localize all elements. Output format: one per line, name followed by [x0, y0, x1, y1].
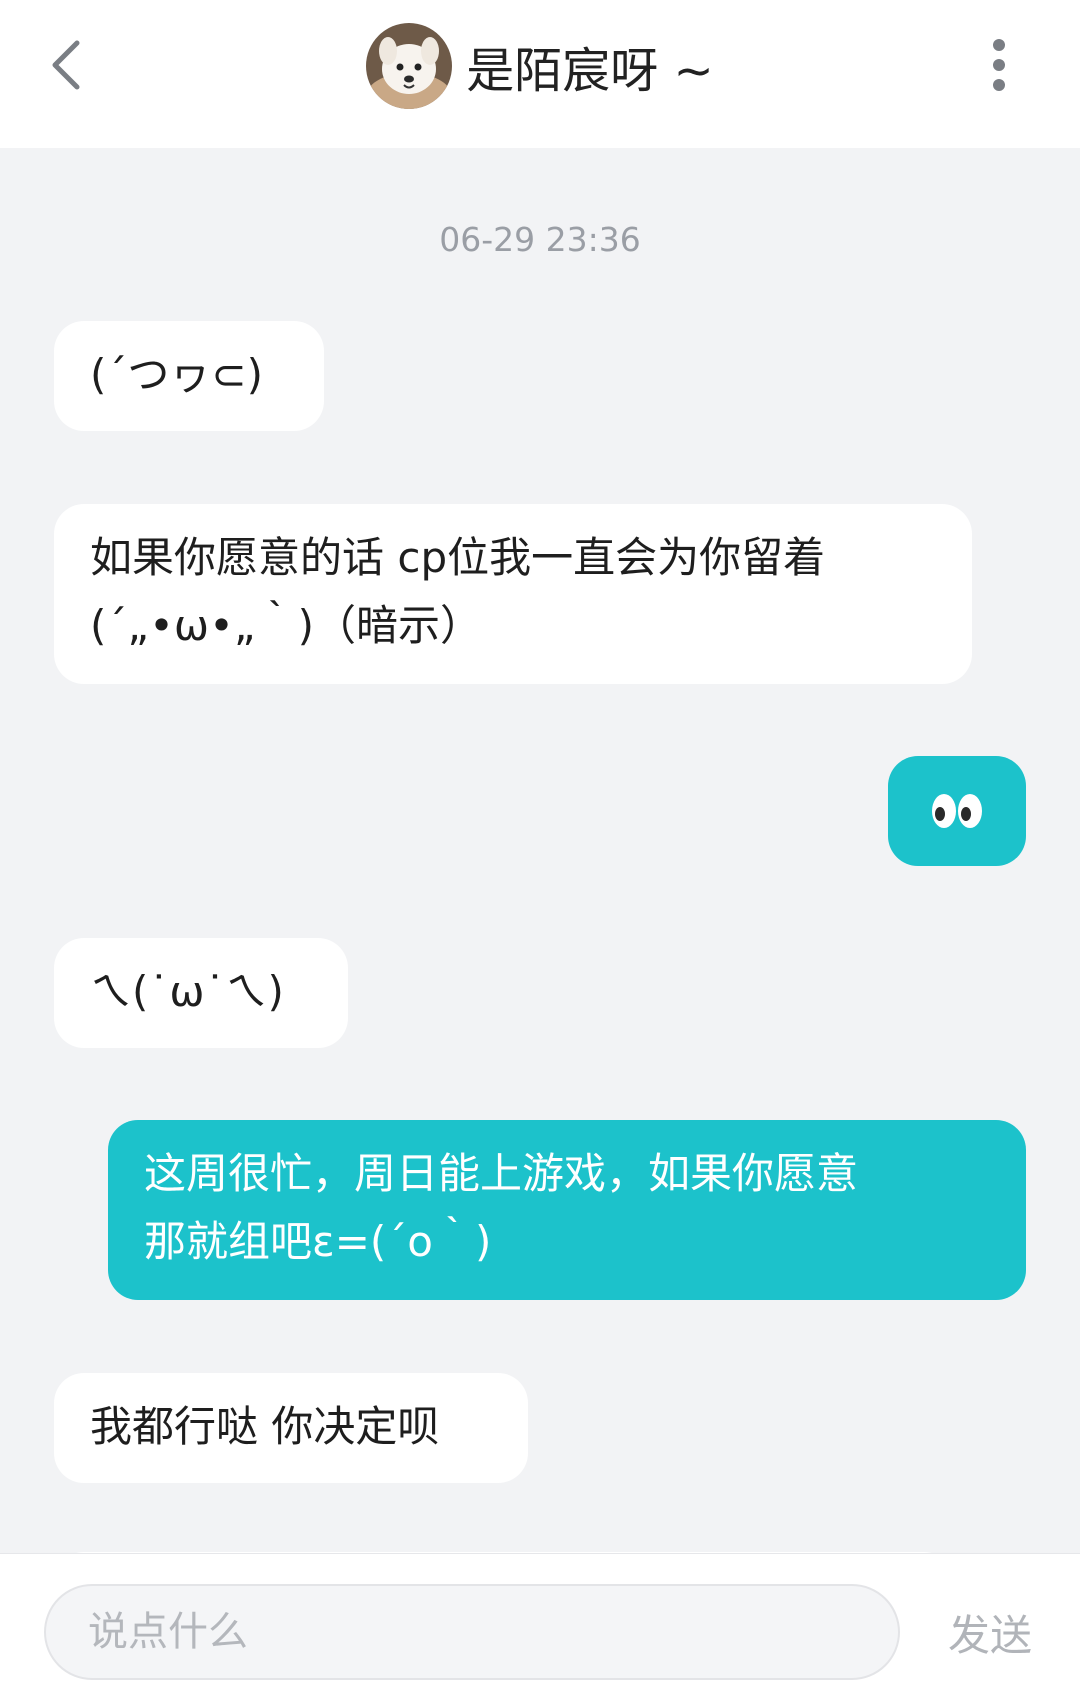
- message-text: 如果你愿意的话 cp位我一直会为你留着: [90, 533, 826, 582]
- message-text: ㄟ(˙ω˙ㄟ): [90, 967, 284, 1016]
- message-timestamp: 06-29 23:36: [439, 220, 641, 259]
- incoming-message[interactable]: 我都行哒 你决定呗: [54, 1373, 528, 1483]
- page-title: 是陌宸呀 ~: [466, 43, 714, 99]
- message-text: 我都行哒 你决定呗: [90, 1402, 440, 1451]
- outgoing-message[interactable]: [888, 756, 1026, 866]
- chat-header: 是陌宸呀 ~: [0, 0, 1080, 148]
- incoming-message[interactable]: ㄟ(˙ω˙ㄟ): [54, 938, 348, 1048]
- send-button[interactable]: 发送: [920, 1584, 1060, 1680]
- outgoing-message[interactable]: 这周很忙，周日能上游戏，如果你愿意 那就组吧ε=(´ο｀): [108, 1120, 1026, 1300]
- message-text: (´„•ω•„｀)（暗示）: [90, 601, 483, 650]
- input-bar: 发送: [0, 1553, 1080, 1693]
- incoming-message[interactable]: 如果你愿意的话 cp位我一直会为你留着 (´„•ω•„｀)（暗示）: [54, 504, 972, 684]
- message-input[interactable]: [44, 1584, 900, 1680]
- more-vertical-icon: [993, 39, 1005, 91]
- dog-avatar: [366, 23, 453, 109]
- message-list[interactable]: 06-29 23:36 (´つヮ⊂) 如果你愿意的话 cp位我一直会为你留着 (…: [0, 148, 1080, 1553]
- message-text: 这周很忙，周日能上游戏，如果你愿意: [144, 1149, 859, 1198]
- incoming-message[interactable]: (´つヮ⊂): [54, 321, 324, 431]
- avatar[interactable]: [366, 23, 453, 109]
- chat-title-area: 是陌宸呀 ~: [0, 0, 1080, 132]
- message-text: 那就组吧ε=(´ο｀): [144, 1217, 492, 1266]
- eyes-emoji-icon: [932, 794, 982, 828]
- message-text: (´つヮ⊂): [90, 350, 263, 399]
- more-button[interactable]: [964, 30, 1034, 100]
